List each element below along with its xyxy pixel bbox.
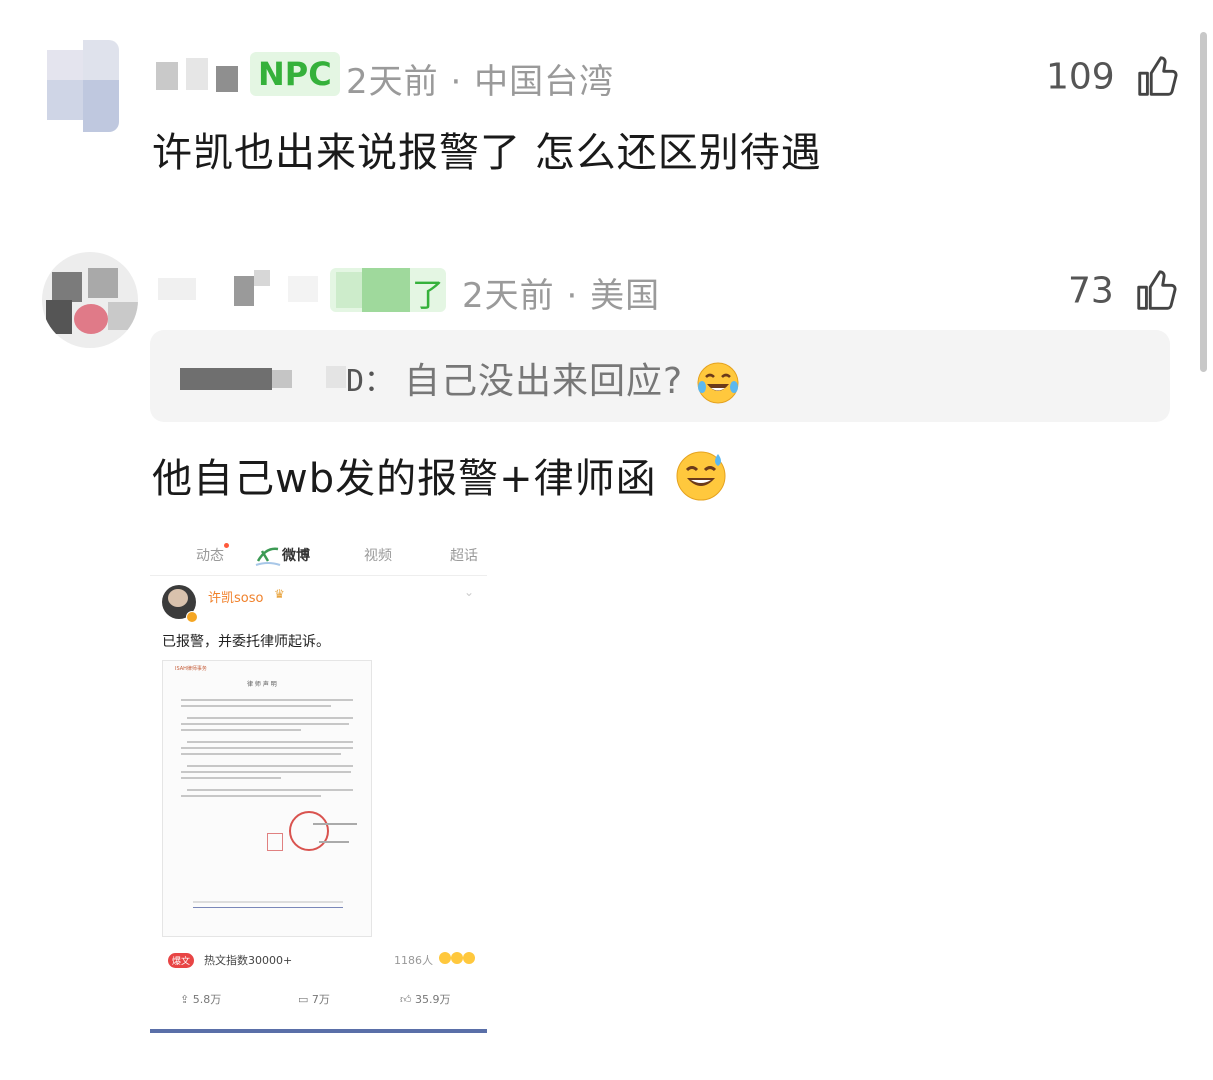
verified-badge xyxy=(186,611,198,623)
username-blurred[interactable] xyxy=(156,58,240,94)
like-count: 73 xyxy=(1068,270,1114,312)
quoted-name-suffix: D： xyxy=(346,364,395,399)
avatar[interactable] xyxy=(42,252,138,348)
comment-icon: ▭ xyxy=(298,993,309,1006)
username-blurred[interactable] xyxy=(158,268,328,308)
doc-title: 律 师 声 明 xyxy=(247,681,277,688)
hot-badge-label: 爆文 xyxy=(172,957,191,967)
like-count: 109 xyxy=(1046,56,1115,98)
comment-location: 美国 xyxy=(590,276,661,316)
repost-count: 5.8万 xyxy=(192,993,222,1006)
sweat-smile-emoji-icon xyxy=(676,451,726,501)
like-button-embedded[interactable]: 👍︎ 35.9万 xyxy=(400,991,451,1007)
hot-badge: 爆文 xyxy=(168,953,195,968)
tab-supertopic[interactable]: 超话 xyxy=(450,545,478,565)
badge-char: 了 xyxy=(412,276,445,314)
embedded-screenshot[interactable]: 动态 微博 视频 超话 许凯soso ♛ ⌄ 已报警，并委托律师起诉。 ISAH… xyxy=(150,535,487,1033)
comment-meta: 2天前 · 中国台湾 xyxy=(346,54,614,103)
reaction-emojis-icon xyxy=(438,951,478,968)
comment-location: 中国台湾 xyxy=(474,62,615,102)
scrollbar[interactable] xyxy=(1200,32,1207,372)
comment-time: 2天前 xyxy=(346,62,439,102)
crown-icon: ♛ xyxy=(274,587,285,601)
tab-video[interactable]: 视频 xyxy=(364,545,392,565)
npc-badge: NPC xyxy=(250,52,340,96)
post-username[interactable]: 许凯soso xyxy=(208,587,263,606)
repost-button[interactable]: ⇪ 5.8万 xyxy=(180,991,221,1007)
user-badge: 了 xyxy=(330,268,446,314)
reactions-count: 1186人 xyxy=(394,954,433,967)
doc-header: ISAH律师事务 xyxy=(175,666,207,672)
quoted-username-blurred xyxy=(180,368,272,390)
embedded-like-count: 35.9万 xyxy=(415,993,451,1006)
comment-meta: 2天前 · 美国 xyxy=(462,268,660,317)
laughing-emoji-icon xyxy=(697,362,739,404)
hot-index: 热文指数30000+ xyxy=(204,954,293,967)
comment-text: 许凯也出来说报警了 怎么还区别待遇 xyxy=(152,130,822,176)
thumb-up-icon: 👍︎ xyxy=(400,993,412,1006)
weibo-tab-bar: 动态 微博 视频 超话 xyxy=(150,535,487,576)
thumb-up-icon xyxy=(1138,56,1178,96)
post-image-document[interactable]: ISAH律师事务 律 师 声 明 xyxy=(162,660,372,937)
like-button[interactable]: 109 xyxy=(1046,54,1180,100)
chevron-down-icon[interactable]: ⌄ xyxy=(464,585,474,599)
notification-dot xyxy=(224,543,229,548)
post-text: 已报警，并委托律师起诉。 xyxy=(162,634,330,650)
comment-text: 他自己wb发的报警+律师函 xyxy=(152,446,728,504)
bottom-border xyxy=(150,1029,487,1033)
quoted-text: 自己没出来回应? xyxy=(404,352,740,405)
meta-separator: · xyxy=(566,276,579,316)
quoted-text-body: 自己没出来回应? xyxy=(404,361,684,402)
tab-weibo[interactable]: 微博 xyxy=(282,545,310,565)
comment-button[interactable]: ▭ 7万 xyxy=(298,991,330,1007)
red-seal xyxy=(289,811,329,851)
like-button[interactable]: 73 xyxy=(1068,268,1179,314)
avatar[interactable] xyxy=(47,40,119,132)
weibo-logo-icon xyxy=(255,547,281,566)
repost-icon: ⇪ xyxy=(180,993,190,1006)
thumb-up-icon xyxy=(1137,270,1177,310)
comment-text-body: 他自己wb发的报警+律师函 xyxy=(152,456,657,502)
quoted-reply[interactable]: D： 自己没出来回应? xyxy=(150,330,1170,422)
tab-dynamic[interactable]: 动态 xyxy=(196,545,224,565)
comment-time: 2天前 xyxy=(462,276,555,316)
comment-count: 7万 xyxy=(311,993,330,1006)
meta-separator: · xyxy=(450,62,463,102)
